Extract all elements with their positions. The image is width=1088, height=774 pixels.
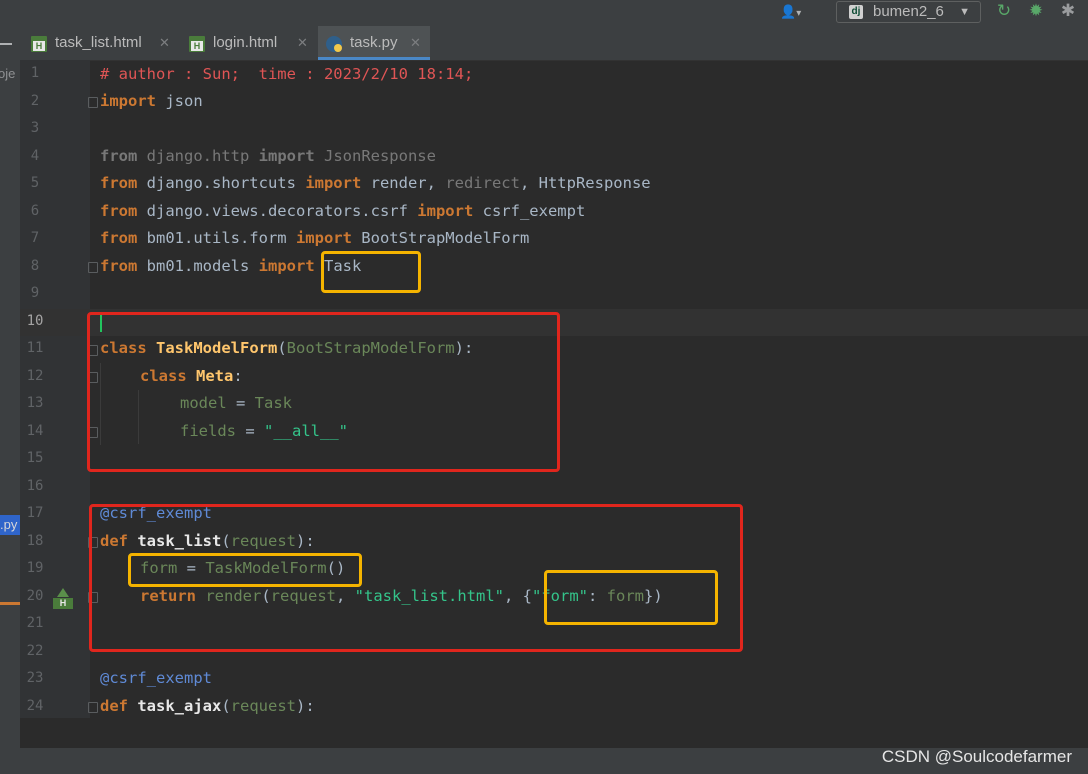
line-number: 18 [26, 533, 44, 549]
fold-marker[interactable] [88, 97, 98, 108]
line-number: 12 [26, 368, 44, 384]
code-line-1: # author : Sun; time : 2023/2/10 18:14; [100, 65, 474, 83]
line-number: 13 [26, 395, 44, 411]
highlight-import-task [321, 251, 421, 293]
bug-icon[interactable]: ✱ [1058, 1, 1078, 21]
line-number: 8 [30, 258, 40, 274]
line-number: 1 [30, 65, 40, 81]
line-number-current: 10 [26, 313, 44, 329]
watermark: CSDN @Soulcodefarmer [881, 747, 1072, 766]
rerun-icon[interactable]: ↻ [994, 1, 1014, 21]
top-toolbar: 👤▾ dj bumen2_6 ▼ ↻ ✹ ✱ [0, 0, 1088, 26]
line-number: 22 [26, 643, 44, 659]
code-line-24: def task_ajax(request): [100, 697, 315, 715]
highlight-form-instance [128, 553, 362, 587]
line-number: 4 [30, 148, 40, 164]
close-icon[interactable]: ✕ [297, 26, 308, 60]
tab-label: task_list.html [55, 34, 142, 51]
line-number: 9 [30, 285, 40, 301]
line-number: 11 [26, 340, 44, 356]
line-number: 17 [26, 505, 44, 521]
fold-marker[interactable] [88, 702, 98, 713]
code-line-5: from django.shortcuts import render, red… [100, 174, 651, 192]
code-line-7: from bm01.utils.form import BootStrapMod… [100, 229, 530, 247]
close-icon[interactable]: ✕ [159, 26, 170, 60]
html-file-icon [31, 36, 47, 52]
project-file-fragment[interactable]: .py [0, 515, 17, 535]
tab-task-list-html[interactable]: task_list.html ✕ [31, 26, 179, 60]
line-number: 3 [30, 120, 40, 136]
tab-login-html[interactable]: login.html ✕ [189, 26, 315, 60]
line-number: 7 [30, 230, 40, 246]
line-number: 19 [26, 560, 44, 576]
line-number: 15 [26, 450, 44, 466]
highlight-context-dict [544, 570, 718, 625]
chevron-down-icon: ▾ [796, 8, 802, 19]
code-line-23: @csrf_exempt [100, 669, 212, 687]
run-config-name: bumen2_6 [873, 3, 944, 20]
editor-tab-bar: task_list.html ✕ login.html ✕ task.py ✕ [0, 26, 1088, 61]
html-file-icon [189, 36, 205, 52]
django-icon: dj [849, 5, 863, 19]
python-file-icon [326, 36, 342, 52]
line-number: 6 [30, 203, 40, 219]
user-menu-button[interactable]: 👤▾ [780, 2, 816, 22]
highlight-modelform-class [87, 312, 560, 472]
code-line-6: from django.views.decorators.csrf import… [100, 202, 586, 220]
tool-window-toggle[interactable] [0, 26, 20, 60]
line-number: 2 [30, 93, 40, 109]
tab-task-py[interactable]: task.py ✕ [318, 26, 430, 60]
line-number: 5 [30, 175, 40, 191]
run-config-selector[interactable]: dj bumen2_6 ▼ [836, 1, 981, 23]
line-number: 20 [26, 588, 44, 604]
chevron-down-icon: ▼ [959, 6, 970, 18]
line-number: 24 [26, 698, 44, 714]
debug-bug-icon[interactable]: ✹ [1026, 1, 1046, 21]
error-marker [0, 602, 20, 605]
project-label-fragment: oje [0, 66, 16, 81]
line-number: 16 [26, 478, 44, 494]
line-number: 23 [26, 670, 44, 686]
user-icon: 👤 [780, 4, 797, 19]
line-number: 14 [26, 423, 44, 439]
tab-label: login.html [213, 34, 278, 51]
line-number: 21 [26, 615, 44, 631]
navigate-to-template-icon[interactable] [53, 588, 75, 609]
fold-marker[interactable] [88, 262, 98, 273]
code-line-2: import json [100, 92, 203, 110]
tab-label: task.py [350, 34, 398, 51]
code-line-4: from django.http import JsonResponse [100, 147, 436, 165]
project-panel-edge[interactable]: oje .py [0, 60, 20, 748]
close-icon[interactable]: ✕ [410, 26, 421, 60]
